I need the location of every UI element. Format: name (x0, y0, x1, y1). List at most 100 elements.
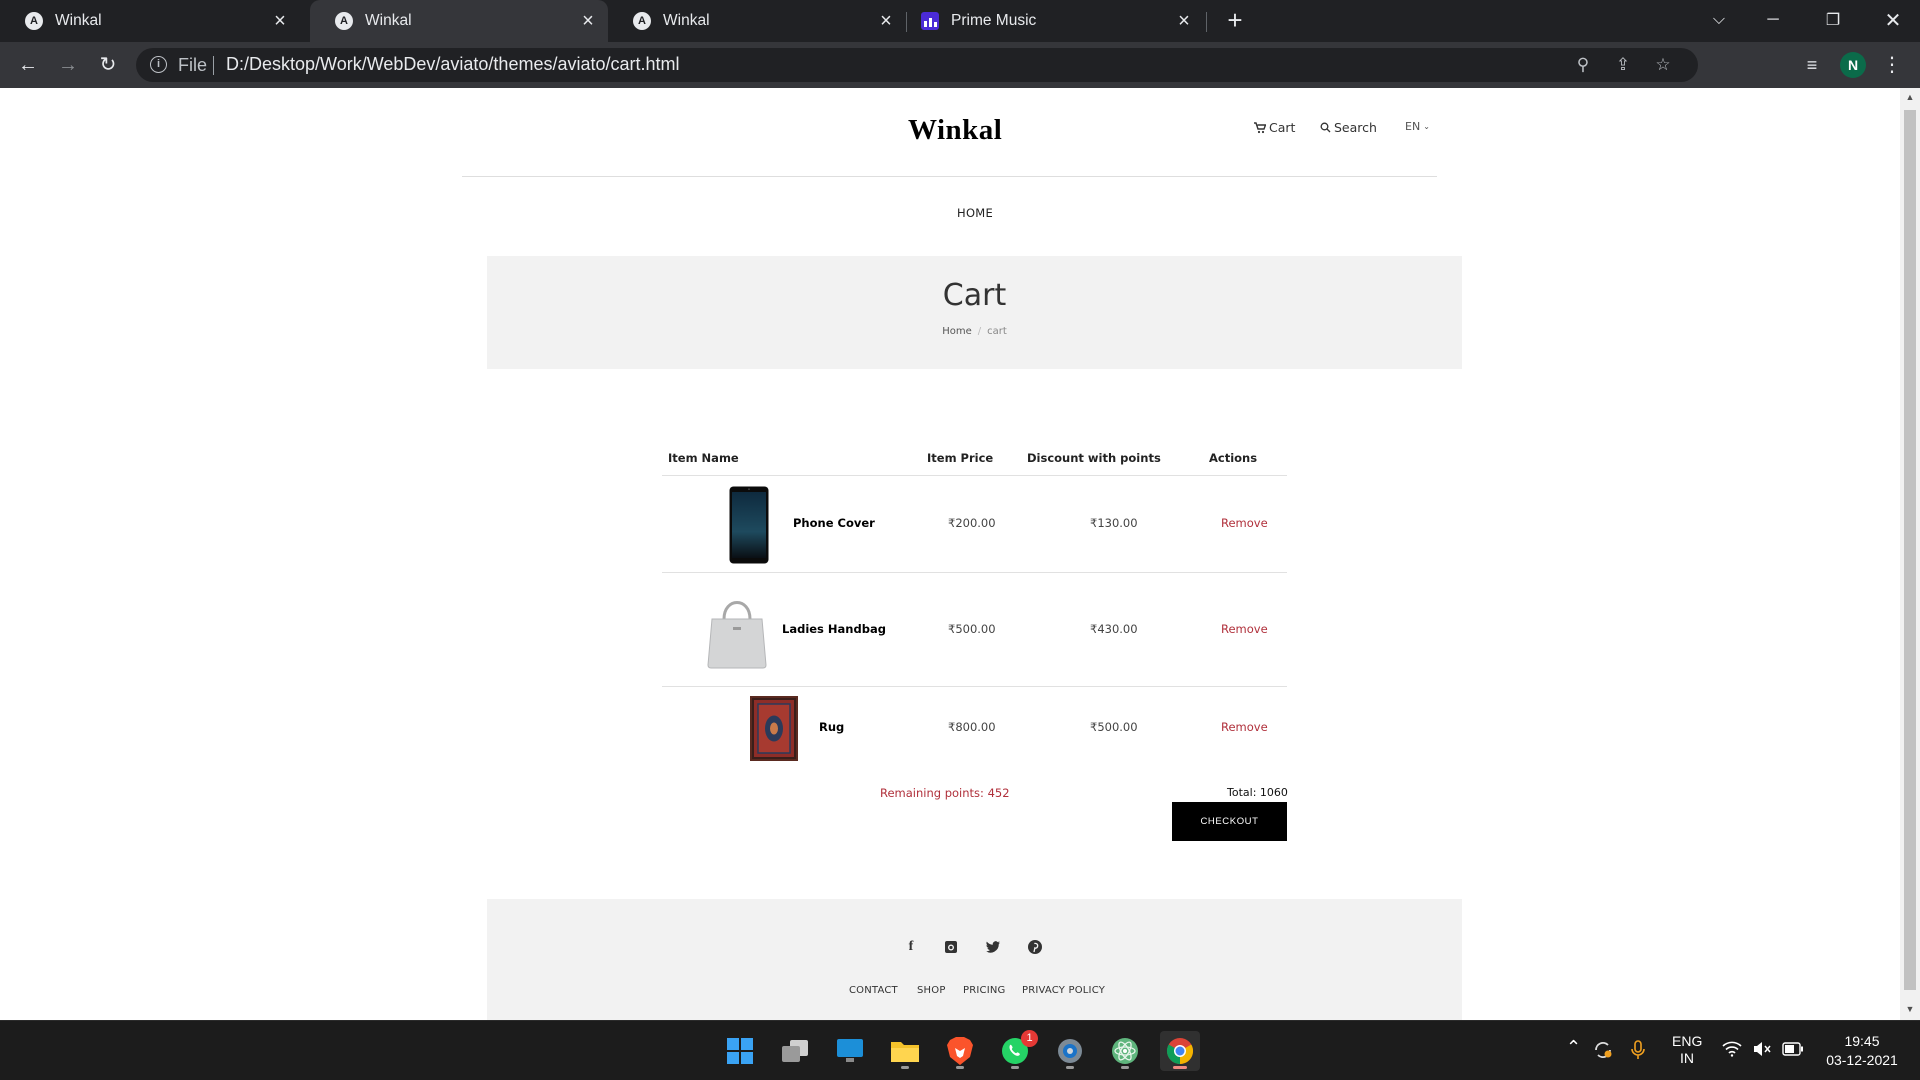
column-header-item-price: Item Price (927, 451, 994, 465)
menu-kebab-icon[interactable]: ⋮ (1880, 53, 1904, 77)
close-icon[interactable]: × (270, 11, 290, 31)
remove-button[interactable]: Remove (1221, 720, 1268, 734)
breadcrumb-separator: / (977, 326, 982, 337)
vertical-scrollbar[interactable]: ▲ ▼ (1900, 88, 1920, 1020)
site-logo[interactable]: Winkal (908, 114, 1002, 147)
clock[interactable]: 19:45 03-12-2021 (1822, 1032, 1902, 1070)
running-indicator (1011, 1066, 1019, 1069)
twitter-icon[interactable] (985, 939, 1001, 955)
checkout-button[interactable]: CHECKOUT (1172, 802, 1287, 841)
zoom-icon[interactable]: ⚲ (1572, 54, 1594, 76)
language-selector[interactable]: EN ⌄ (1405, 120, 1430, 133)
footer-link-contact[interactable]: CONTACT (849, 985, 898, 996)
brave-lion-icon (947, 1037, 973, 1065)
running-indicator (956, 1066, 964, 1069)
whatsapp-button[interactable]: 1 (995, 1030, 1038, 1071)
tab-separator (1206, 12, 1207, 32)
close-icon[interactable]: × (876, 11, 896, 31)
item-name: Rug (819, 720, 845, 734)
footer-link-pricing[interactable]: PRICING (963, 985, 1006, 996)
microphone-icon[interactable] (1630, 1039, 1646, 1061)
clock-time: 19:45 (1844, 1033, 1880, 1049)
remove-button[interactable]: Remove (1221, 516, 1268, 530)
aviato-favicon-icon: A (25, 12, 43, 30)
profile-avatar[interactable]: N (1840, 52, 1866, 78)
restore-button[interactable]: ❐ (1810, 0, 1856, 40)
search-icon (1320, 122, 1331, 133)
url-text[interactable]: D:/Desktop/Work/WebDev/aviato/themes/avi… (226, 54, 680, 75)
item-discount: ₹430.00 (1090, 622, 1138, 636)
window-close-button[interactable]: ✕ (1870, 0, 1916, 40)
task-view-button[interactable] (775, 1031, 815, 1071)
nav-search-label: Search (1334, 120, 1377, 135)
tab-winkal-1[interactable]: A Winkal × (0, 0, 300, 42)
page-header: Cart Home / cart (487, 256, 1462, 369)
chevron-down-icon: ⌄ (1423, 122, 1430, 131)
tab-title: Winkal (55, 12, 102, 29)
chrome-icon (1166, 1038, 1194, 1065)
forward-arrow-icon[interactable]: → (54, 51, 82, 79)
language-label: EN (1405, 120, 1421, 133)
windows-taskbar: 1 ⌃ ENG IN 19:45 03-12-2021 (0, 1020, 1920, 1080)
item-discount: ₹500.00 (1090, 720, 1138, 734)
nav-search[interactable]: Search (1320, 120, 1377, 135)
running-indicator (1121, 1066, 1129, 1069)
aviato-favicon-icon: A (633, 12, 651, 30)
reading-list-icon[interactable]: ≡ (1800, 53, 1824, 77)
site-footer: f CONTACT SHOP PRICING PRIVACY POLICY (487, 899, 1462, 1020)
scrollbar-thumb[interactable] (1904, 110, 1916, 990)
nav-home-link[interactable]: HOME (957, 206, 993, 220)
cart-total: Total: 1060 (1227, 786, 1288, 799)
close-icon[interactable]: × (1174, 11, 1194, 31)
footer-link-privacy-policy[interactable]: PRIVACY POLICY (1022, 985, 1105, 996)
item-price: ₹800.00 (948, 720, 996, 734)
atom-editor-button[interactable] (1105, 1031, 1145, 1071)
breadcrumb-current: cart (987, 326, 1007, 337)
pinterest-icon[interactable] (1027, 939, 1043, 955)
close-icon[interactable]: × (578, 11, 598, 31)
atom-icon (1112, 1038, 1138, 1064)
tray-overflow-chevron-icon[interactable]: ⌃ (1566, 1037, 1581, 1058)
instagram-icon[interactable] (943, 939, 959, 955)
tab-winkal-2[interactable]: A Winkal × (310, 0, 608, 42)
footer-link-shop[interactable]: SHOP (917, 985, 946, 996)
nav-cart[interactable]: Cart (1254, 120, 1295, 135)
folder-icon (891, 1042, 919, 1062)
tab-prime-music[interactable]: Prime Music × (906, 0, 1204, 42)
address-bar[interactable]: i File D:/Desktop/Work/WebDev/aviato/the… (136, 48, 1698, 82)
minimize-button[interactable]: ─ (1750, 0, 1796, 40)
volume-muted-icon[interactable] (1752, 1041, 1772, 1057)
file-explorer-button[interactable] (885, 1031, 925, 1071)
aviato-favicon-icon: A (335, 12, 353, 30)
input-language-indicator[interactable]: ENG IN (1672, 1033, 1702, 1067)
region-code: IN (1680, 1050, 1694, 1066)
rug-image (750, 696, 798, 761)
desktop-app-button[interactable] (830, 1031, 870, 1071)
share-icon[interactable]: ⇪ (1612, 54, 1634, 76)
breadcrumb-home[interactable]: Home (942, 326, 972, 337)
info-icon[interactable]: i (150, 56, 167, 73)
brave-browser-button[interactable] (940, 1031, 980, 1071)
new-tab-button[interactable]: + (1222, 7, 1248, 33)
scroll-down-arrow-icon[interactable]: ▼ (1904, 1004, 1916, 1016)
tab-title: Winkal (365, 12, 412, 29)
tab-winkal-3[interactable]: A Winkal × (608, 0, 906, 42)
bookmark-star-icon[interactable]: ☆ (1652, 54, 1674, 76)
settings-button[interactable] (1050, 1031, 1090, 1071)
scroll-up-arrow-icon[interactable]: ▲ (1904, 92, 1916, 104)
nav-cart-label: Cart (1269, 120, 1296, 135)
start-button[interactable] (720, 1031, 760, 1071)
reload-icon[interactable]: ↻ (94, 51, 122, 79)
sync-icon[interactable] (1592, 1039, 1614, 1061)
active-indicator (1173, 1066, 1187, 1069)
cart-icon (1254, 121, 1266, 133)
prime-music-icon (921, 12, 939, 30)
battery-icon[interactable] (1782, 1042, 1804, 1056)
page-title: Cart (942, 278, 1007, 313)
remove-button[interactable]: Remove (1221, 622, 1268, 636)
wifi-icon[interactable] (1722, 1041, 1742, 1057)
facebook-icon[interactable]: f (903, 939, 919, 955)
chrome-button[interactable] (1160, 1031, 1200, 1071)
back-arrow-icon[interactable]: ← (14, 51, 42, 79)
tab-search-chevron-icon[interactable]: ⌵ (1696, 0, 1742, 40)
